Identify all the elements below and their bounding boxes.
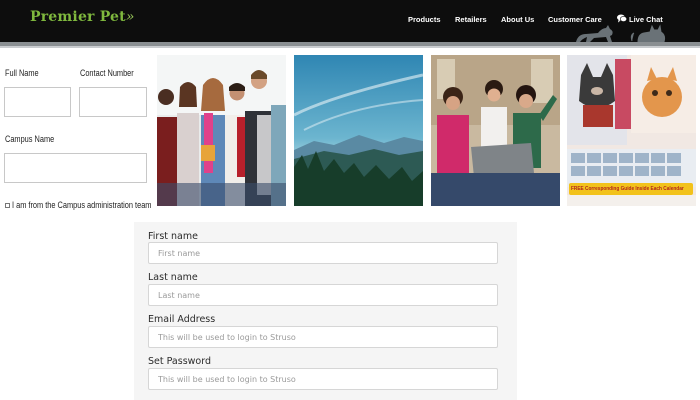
brand-logo[interactable]: Premier Pet»: [30, 9, 135, 25]
students-laptop-photo: [431, 55, 560, 206]
pets-silhouette-icon: [576, 24, 666, 43]
contact-number-input[interactable]: [79, 87, 147, 117]
full-name-input[interactable]: [4, 87, 71, 117]
admin-team-label: I am from the Campus administration team: [12, 200, 152, 210]
nav-about-us[interactable]: About Us: [501, 15, 534, 24]
admin-team-checkbox[interactable]: [5, 203, 10, 208]
set-password-input[interactable]: [148, 368, 498, 390]
full-name-label: Full Name: [5, 68, 39, 78]
nav-retailers[interactable]: Retailers: [455, 15, 487, 24]
campus-name-label: Campus Name: [5, 134, 55, 144]
pet-calendar-photo: FREE Corresponding Guide Inside Each Cal…: [567, 55, 696, 206]
last-name-input[interactable]: [148, 284, 498, 306]
last-name-label: Last name: [148, 272, 198, 283]
first-name-input[interactable]: [148, 242, 498, 264]
nav-products[interactable]: Products: [408, 15, 441, 24]
calendar-promo-banner: FREE Corresponding Guide Inside Each Cal…: [571, 186, 684, 192]
set-password-label: Set Password: [148, 356, 211, 367]
site-header: Premier Pet» Products Retailers About Us…: [0, 0, 700, 43]
students-group-photo: [157, 55, 286, 206]
header-divider-light: [0, 46, 700, 48]
campus-name-input[interactable]: [4, 153, 147, 183]
email-address-label: Email Address: [148, 314, 216, 325]
first-name-label: First name: [148, 231, 198, 242]
mountain-landscape-photo: [294, 55, 423, 206]
email-address-input[interactable]: [148, 326, 498, 348]
contact-number-label: Contact Number: [80, 68, 134, 78]
